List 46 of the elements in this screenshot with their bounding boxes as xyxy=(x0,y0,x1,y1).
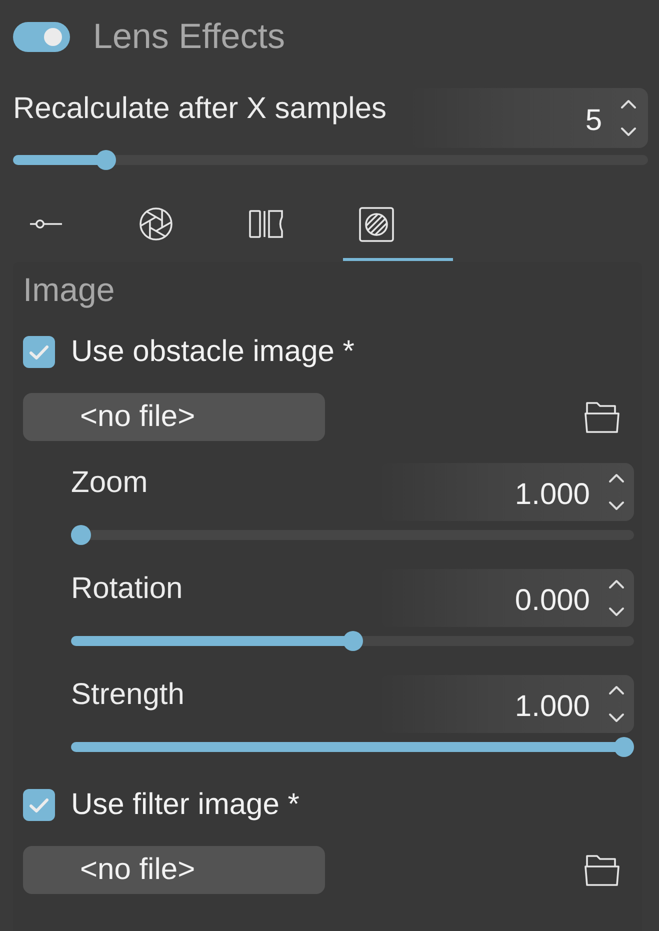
checkbox[interactable] xyxy=(23,789,55,821)
chevron-up-icon xyxy=(608,685,625,695)
section-title: Lens Effects xyxy=(93,17,285,57)
line-with-dot-icon xyxy=(29,219,63,229)
increment-button[interactable] xyxy=(608,685,625,695)
increment-button[interactable] xyxy=(608,473,625,483)
slider-track[interactable] xyxy=(71,737,634,757)
split-panels-icon xyxy=(249,210,284,238)
increment-button[interactable] xyxy=(620,99,637,109)
slider-thumb[interactable] xyxy=(342,631,362,651)
slider-thumb[interactable] xyxy=(71,525,91,545)
chevron-down-icon xyxy=(620,127,637,137)
slider-track[interactable] xyxy=(71,525,634,545)
checkbox-label: Use obstacle image * xyxy=(71,334,354,370)
chevron-up-icon xyxy=(608,579,625,589)
chevron-down-icon xyxy=(608,713,625,723)
checkmark-icon xyxy=(29,798,49,812)
file-button[interactable]: <no file> xyxy=(23,393,325,441)
slider-track[interactable] xyxy=(13,150,648,170)
decrement-button[interactable] xyxy=(608,607,625,617)
checkmark-icon xyxy=(29,344,49,360)
toggle-switch[interactable] xyxy=(13,22,70,52)
slider-track[interactable] xyxy=(71,631,634,651)
folder-icon xyxy=(584,400,620,434)
decrement-button[interactable] xyxy=(608,713,625,723)
aperture-icon xyxy=(139,207,173,241)
checkbox[interactable] xyxy=(23,336,55,368)
folder-icon xyxy=(584,854,620,886)
chevron-up-icon xyxy=(608,473,625,483)
slider-thumb[interactable] xyxy=(614,737,634,757)
field-label: Strength xyxy=(71,677,184,713)
chevron-down-icon xyxy=(608,607,625,617)
file-button[interactable]: <no file> xyxy=(23,846,325,894)
checkbox-label: Use filter image * xyxy=(71,787,300,823)
decrement-button[interactable] xyxy=(608,501,625,511)
decrement-button[interactable] xyxy=(620,127,637,137)
slider-thumb[interactable] xyxy=(96,150,116,170)
field-label: Recalculate after X samples xyxy=(13,91,387,127)
browse-button[interactable] xyxy=(584,400,620,434)
panel-heading: Image xyxy=(23,270,116,310)
field-label: Zoom xyxy=(71,465,148,501)
chevron-down-icon xyxy=(608,501,625,511)
browse-button[interactable] xyxy=(584,854,620,886)
increment-button[interactable] xyxy=(608,579,625,589)
chevron-up-icon xyxy=(620,99,637,109)
field-label: Rotation xyxy=(71,571,183,607)
